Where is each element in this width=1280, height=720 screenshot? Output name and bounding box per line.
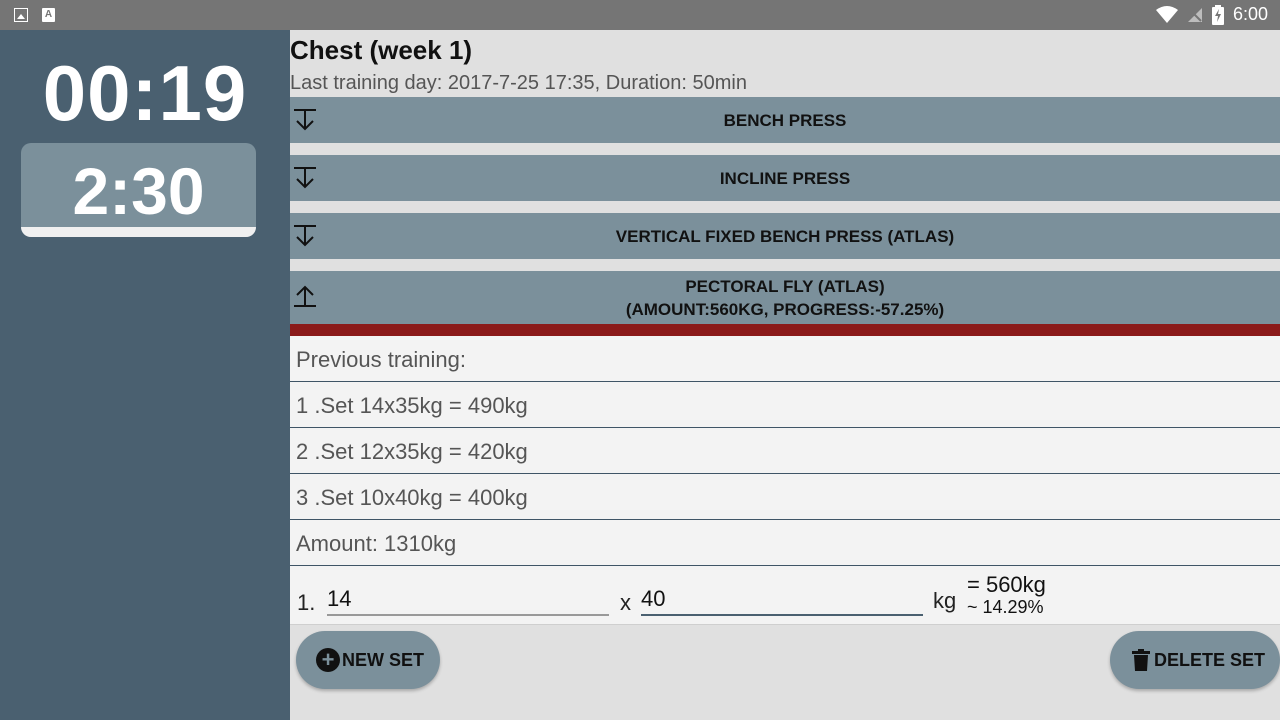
delete-set-label: DELETE SET xyxy=(1154,649,1266,670)
progress-indicator-bar xyxy=(290,324,1280,336)
new-set-label: NEW SET xyxy=(342,649,425,670)
no-signal-icon xyxy=(1187,7,1202,22)
set-entry-row: 1. x kg = 560kg ~ 14.29% xyxy=(290,566,1280,625)
status-bar: A 6:00 xyxy=(0,0,1280,30)
add-circle-icon: + xyxy=(316,648,340,672)
timer-panel: 00:19 2:30 xyxy=(0,30,290,720)
exercise-header-vertical-fixed-bench-press[interactable]: VERTICAL FIXED BENCH PRESS (ATLAS) xyxy=(290,213,1280,259)
set-percent: ~ 14.29% xyxy=(967,597,1044,617)
exercise-header-incline-press[interactable]: INCLINE PRESS xyxy=(290,155,1280,201)
last-training-info: Last training day: 2017-7-25 17:35, Dura… xyxy=(290,72,747,94)
clock: 6:00 xyxy=(1232,4,1268,24)
exercise-detail: (AMOUNT:560KG, PROGRESS:-57.25%) xyxy=(625,300,945,319)
rest-timer-progress xyxy=(21,227,256,237)
trash-icon xyxy=(1132,649,1150,671)
unit-label: kg xyxy=(933,588,957,613)
exercise-header-bench-press[interactable]: BENCH PRESS xyxy=(290,97,1280,143)
font-icon: A xyxy=(42,8,55,22)
previous-training-list: Previous training: 1 .Set 14x35kg = 490k… xyxy=(290,336,1280,566)
previous-amount: Amount: 1310kg xyxy=(290,520,1280,566)
exercise-name-block: PECTORAL FLY (ATLAS) (AMOUNT:560KG, PROG… xyxy=(290,275,1280,321)
set-result: = 560kg xyxy=(967,572,1046,597)
reps-input[interactable] xyxy=(327,584,609,616)
weight-input[interactable] xyxy=(641,584,923,616)
status-bar-right: 6:00 xyxy=(1155,4,1268,25)
image-icon xyxy=(14,8,28,22)
exercise-name: BENCH PRESS xyxy=(723,111,847,130)
battery-charging-icon xyxy=(1211,4,1224,25)
times-sign: x xyxy=(620,590,631,615)
list-item: 3 .Set 10x40kg = 400kg xyxy=(290,474,1280,520)
list-item: 2 .Set 12x35kg = 420kg xyxy=(290,428,1280,474)
set-number: 1. xyxy=(297,590,316,615)
list-item: 1 .Set 14x35kg = 490kg xyxy=(290,382,1280,428)
exercise-header-pectoral-fly[interactable]: PECTORAL FLY (ATLAS) (AMOUNT:560KG, PROG… xyxy=(290,271,1280,324)
page-title: Chest (week 1) xyxy=(290,35,473,65)
rest-timer-button[interactable]: 2:30 xyxy=(21,143,256,237)
delete-set-button[interactable]: DELETE SET xyxy=(1110,631,1280,689)
workout-main: Chest (week 1) Last training day: 2017-7… xyxy=(290,30,1280,720)
previous-training-heading: Previous training: xyxy=(290,336,1280,382)
exercise-name: PECTORAL FLY (ATLAS) xyxy=(685,277,885,296)
wifi-icon xyxy=(1155,5,1178,23)
new-set-button[interactable]: + NEW SET xyxy=(296,631,440,689)
exercise-name: VERTICAL FIXED BENCH PRESS (ATLAS) xyxy=(615,227,955,246)
elapsed-timer: 00:19 xyxy=(42,49,248,137)
exercise-name: INCLINE PRESS xyxy=(719,169,851,188)
rest-timer-label: 2:30 xyxy=(72,154,205,228)
status-bar-left: A xyxy=(14,8,55,22)
